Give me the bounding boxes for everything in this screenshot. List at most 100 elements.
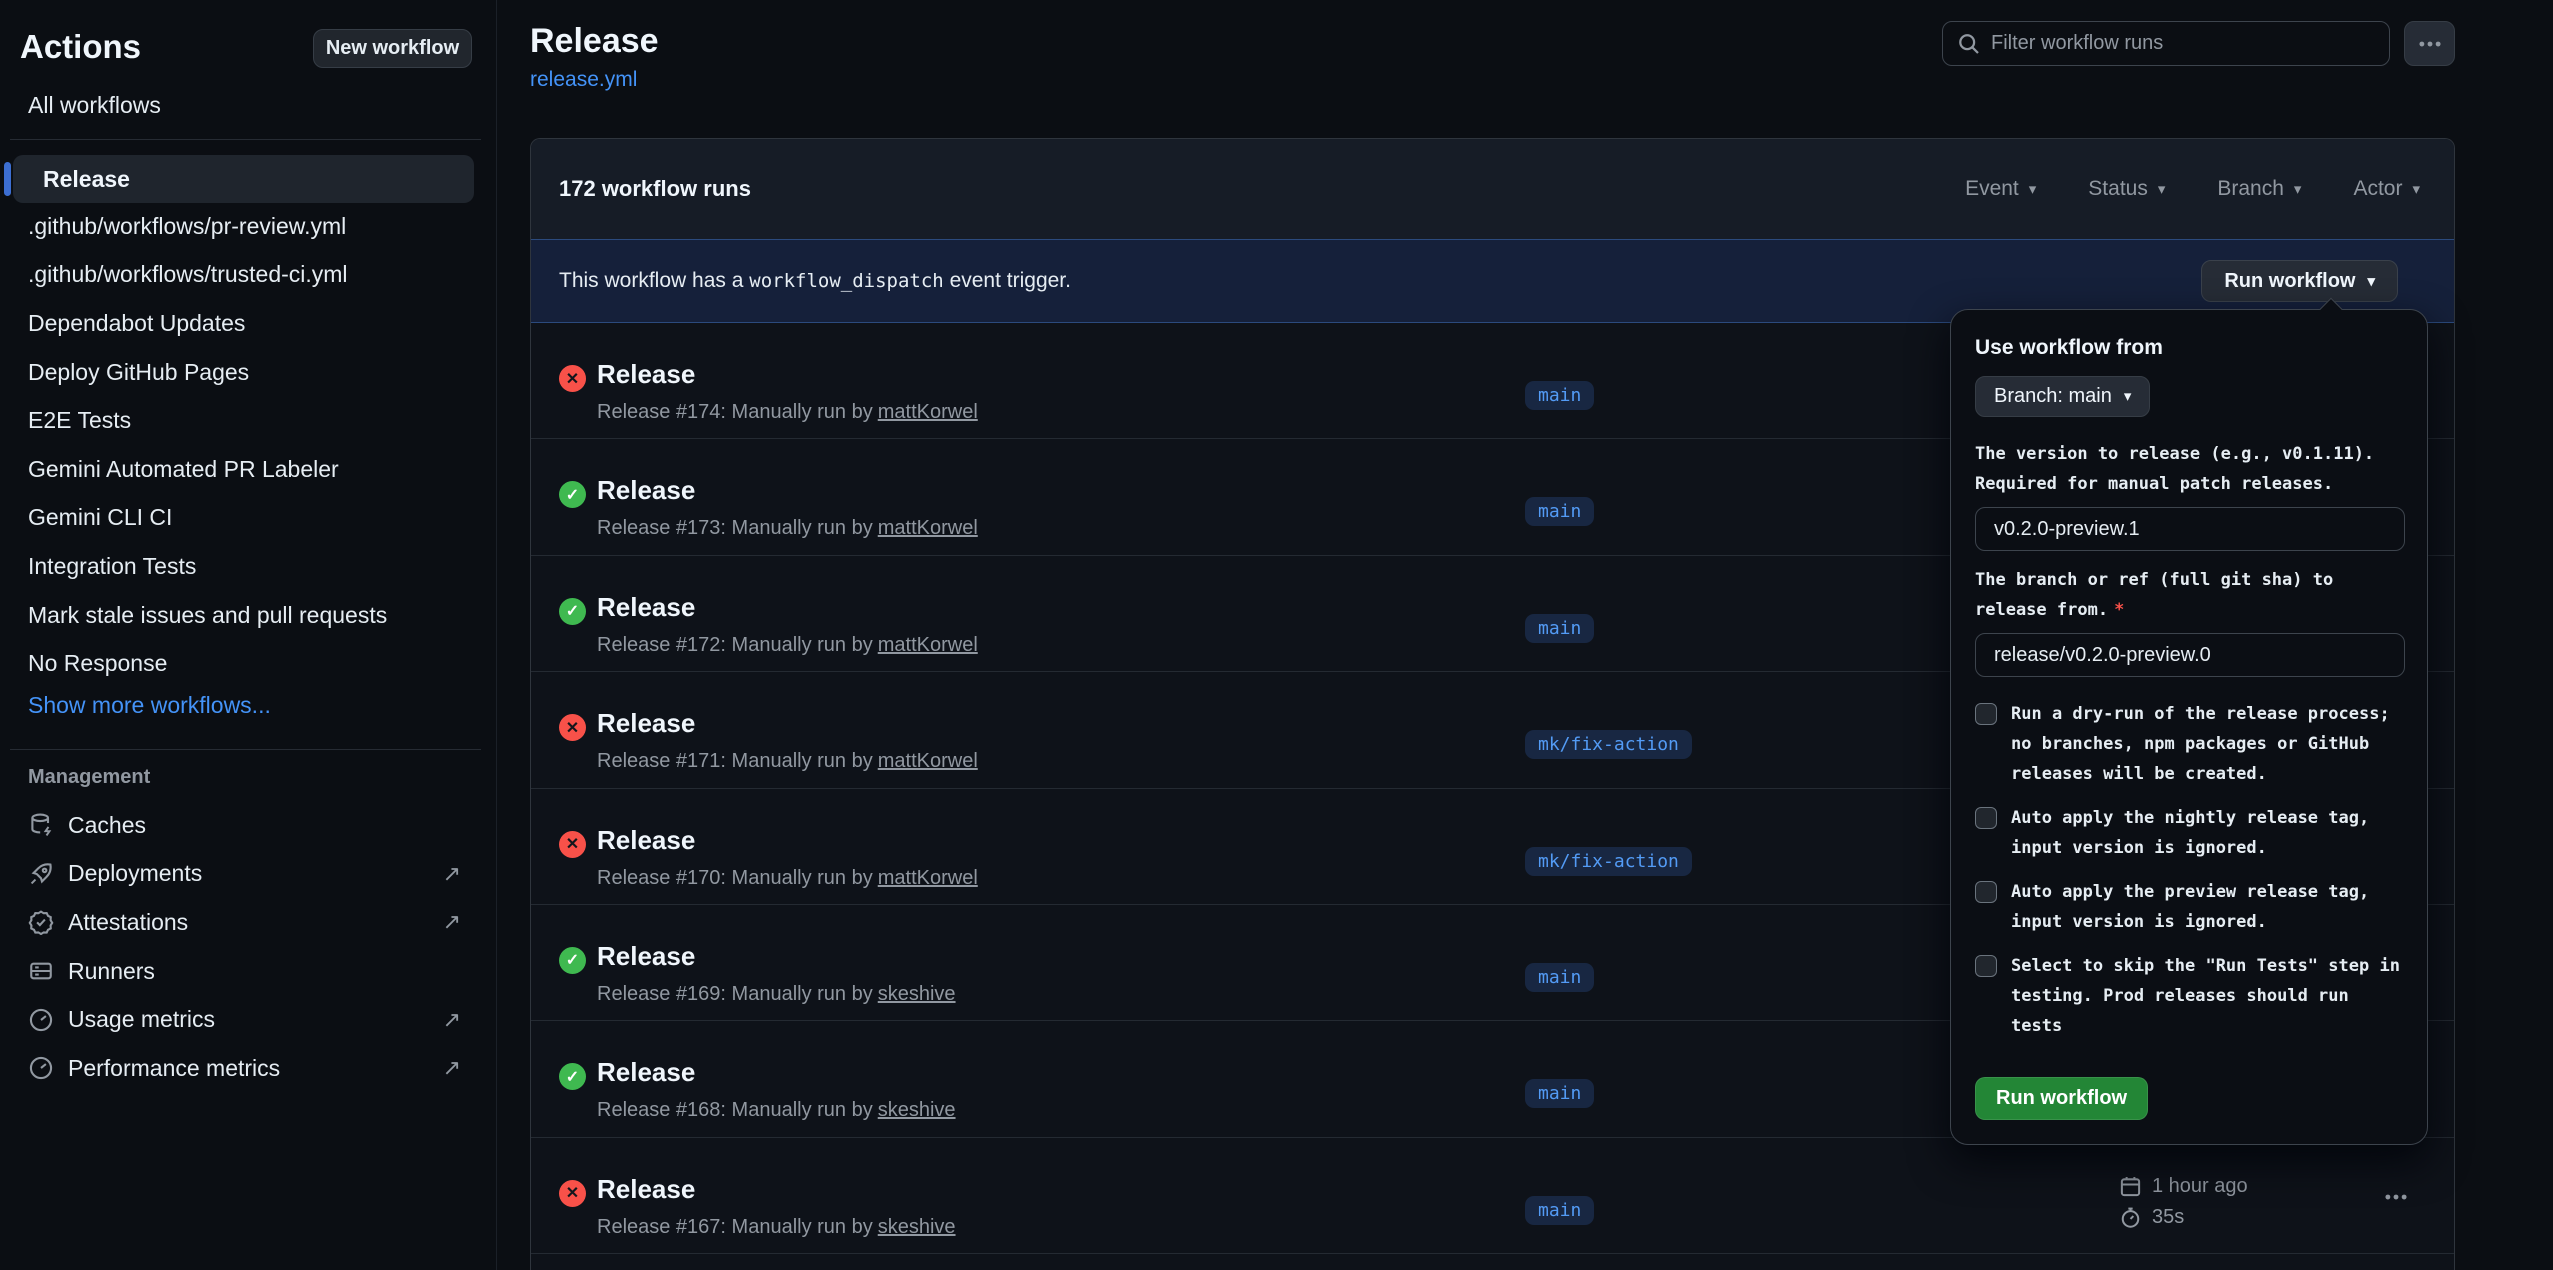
sidebar-item-caches[interactable]: Caches <box>0 801 497 850</box>
run-description: Release #172: Manually run bymattKorwel <box>597 634 978 657</box>
runs-filter-dropdown[interactable]: Actor ▾ <box>2353 177 2420 201</box>
branch-badge[interactable]: main <box>1525 1196 1594 1225</box>
sidebar-workflow-item[interactable]: .github/workflows/pr-review.yml <box>0 202 497 251</box>
run-description-text: Release #173: Manually run by <box>597 517 873 539</box>
run-title-link[interactable]: Release <box>597 708 695 739</box>
checkbox-row: Auto apply the nightly release tag, inpu… <box>1975 803 2403 863</box>
page-options-button[interactable] <box>2404 21 2455 66</box>
run-workflow-submit-button[interactable]: Run workflow <box>1975 1077 2148 1120</box>
actor-link[interactable]: skeshive <box>878 983 956 1005</box>
checkbox[interactable] <box>1975 703 1997 725</box>
filter-label: Status <box>2088 177 2148 201</box>
actor-link[interactable]: mattKorwel <box>878 867 978 889</box>
run-title-link[interactable]: Release <box>597 1057 695 1088</box>
run-options-button[interactable] <box>2383 1182 2427 1212</box>
external-link-icon: ↗ <box>443 861 461 887</box>
server-icon <box>28 958 54 984</box>
sidebar-workflow-item[interactable]: E2E Tests <box>0 396 497 445</box>
status-icon: ✓ <box>559 481 586 508</box>
sidebar-workflow-item[interactable]: .github/workflows/trusted-ci.yml <box>0 251 497 300</box>
sidebar-workflow-item[interactable]: Deploy GitHub Pages <box>0 348 497 397</box>
checkbox-label: Auto apply the preview release tag, inpu… <box>2011 877 2403 937</box>
branch-selector-button[interactable]: Branch: main ▾ <box>1975 376 2150 417</box>
run-title-link[interactable]: Release <box>597 592 695 623</box>
sidebar-workflow-item[interactable]: Gemini Automated PR Labeler <box>0 445 497 494</box>
branch-badge[interactable]: mk/fix-action <box>1525 847 1692 876</box>
all-workflows-link[interactable]: All workflows <box>28 92 161 119</box>
verified-badge-icon <box>28 909 54 935</box>
run-title-link[interactable]: Release <box>597 825 695 856</box>
sidebar-item-usage-metrics[interactable]: Usage metrics ↗ <box>0 995 497 1044</box>
filter-runs-input[interactable] <box>1991 32 2375 55</box>
external-link-icon: ↗ <box>443 1007 461 1033</box>
sidebar-item-release-selected[interactable]: Release <box>13 155 474 203</box>
sidebar-item-performance-metrics[interactable]: Performance metrics ↗ <box>0 1044 497 1093</box>
actor-link[interactable]: skeshive <box>878 1099 956 1121</box>
branch-badge[interactable]: main <box>1525 381 1594 410</box>
status-icon: ✓ <box>559 598 586 625</box>
filter-label: Event <box>1965 177 2019 201</box>
workflow-file-link[interactable]: release.yml <box>530 68 637 92</box>
branch-badge[interactable]: main <box>1525 614 1594 643</box>
actor-link[interactable]: mattKorwel <box>878 634 978 656</box>
checkbox[interactable] <box>1975 807 1997 829</box>
ref-help-text: The branch or ref (full git sha) to rele… <box>1975 565 2403 625</box>
management-item-label: Runners <box>68 958 461 985</box>
management-item-label: Performance metrics <box>68 1055 443 1082</box>
run-duration: 35s <box>2152 1206 2184 1229</box>
ref-input[interactable] <box>1975 633 2405 677</box>
runs-filter-dropdown[interactable]: Status ▾ <box>2088 177 2165 201</box>
run-workflow-dropdown-button[interactable]: Run workflow ▾ <box>2201 260 2398 302</box>
run-description-text: Release #168: Manually run by <box>597 1099 873 1121</box>
branch-badge[interactable]: main <box>1525 497 1594 526</box>
actor-link[interactable]: skeshive <box>878 1216 956 1238</box>
run-description: Release #173: Manually run bymattKorwel <box>597 517 978 540</box>
new-workflow-button[interactable]: New workflow <box>313 29 472 68</box>
run-description-text: Release #169: Manually run by <box>597 983 873 1005</box>
checkbox[interactable] <box>1975 881 1997 903</box>
sidebar-item-attestations[interactable]: Attestations ↗ <box>0 898 497 947</box>
sidebar-workflow-item[interactable]: Dependabot Updates <box>0 299 497 348</box>
run-title-link[interactable]: Release <box>597 1174 695 1205</box>
sidebar-item-runners[interactable]: Runners <box>0 947 497 996</box>
actions-sidebar: Actions New workflow All workflows Relea… <box>0 0 497 1270</box>
selected-accent-bar <box>4 162 11 196</box>
version-input[interactable] <box>1975 507 2405 551</box>
actor-link[interactable]: mattKorwel <box>878 517 978 539</box>
popover-title: Use workflow from <box>1975 336 2403 360</box>
run-description-text: Release #171: Manually run by <box>597 750 873 772</box>
checkbox[interactable] <box>1975 955 1997 977</box>
sidebar-workflow-item[interactable]: Integration Tests <box>0 542 497 591</box>
run-title-link[interactable]: Release <box>597 941 695 972</box>
run-title-link[interactable]: Release <box>597 359 695 390</box>
actor-link[interactable]: mattKorwel <box>878 401 978 423</box>
sidebar-workflow-item[interactable]: Gemini CLI CI <box>0 494 497 543</box>
runs-filter-dropdown[interactable]: Event ▾ <box>1965 177 2036 201</box>
show-more-workflows-link[interactable]: Show more workflows... <box>28 692 271 719</box>
sidebar-divider <box>10 749 481 750</box>
workflow-run-row[interactable]: ✕ Release Release #167: Manually run bys… <box>531 1138 2454 1254</box>
run-description: Release #171: Manually run bymattKorwel <box>597 750 978 773</box>
run-workflow-dropdown-label: Run workflow <box>2224 270 2355 293</box>
run-description-text: Release #172: Manually run by <box>597 634 873 656</box>
sidebar-title: Actions <box>20 28 141 66</box>
checkbox-row: Auto apply the preview release tag, inpu… <box>1975 877 2403 937</box>
run-workflow-popover: Use workflow from Branch: main ▾ The ver… <box>1950 309 2428 1145</box>
sidebar-item-deployments[interactable]: Deployments ↗ <box>0 850 497 899</box>
runs-card-header: 172 workflow runs Event ▾ Status ▾ Branc… <box>531 139 2454 239</box>
workflow-dispatch-code: workflow_dispatch <box>749 270 943 292</box>
sidebar-workflow-item[interactable]: No Response <box>0 639 497 688</box>
cache-icon <box>28 812 54 838</box>
meter-icon <box>28 1055 54 1081</box>
sidebar-workflow-item[interactable]: Mark stale issues and pull requests <box>0 591 497 640</box>
actor-link[interactable]: mattKorwel <box>878 750 978 772</box>
branch-badge[interactable]: main <box>1525 1079 1594 1108</box>
branch-badge[interactable]: main <box>1525 963 1594 992</box>
runs-filters: Event ▾ Status ▾ Branch ▾ Actor ▾ <box>1965 177 2420 201</box>
filter-label: Branch <box>2217 177 2284 201</box>
branch-badge[interactable]: mk/fix-action <box>1525 730 1692 759</box>
status-icon: ✓ <box>559 1063 586 1090</box>
runs-filter-dropdown[interactable]: Branch ▾ <box>2217 177 2301 201</box>
checkbox-row: Select to skip the "Run Tests" step in t… <box>1975 951 2403 1041</box>
run-title-link[interactable]: Release <box>597 475 695 506</box>
